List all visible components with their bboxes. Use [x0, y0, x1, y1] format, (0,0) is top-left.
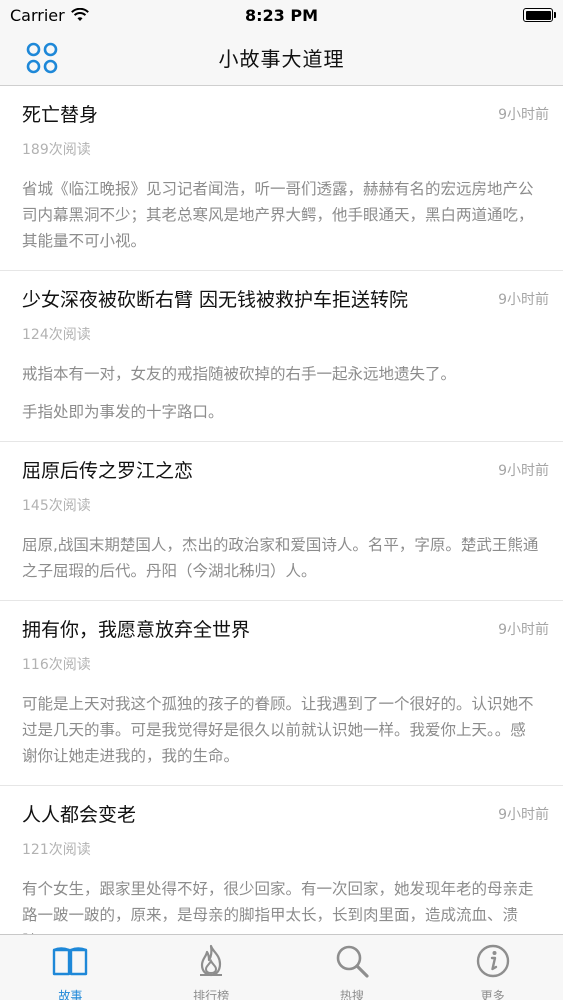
flame-icon [192, 942, 230, 984]
story-body-paragraph: 戒指本有一对，女友的戒指随被砍掉的右手一起永远地遗失了。 [22, 365, 457, 383]
battery-fill [525, 10, 551, 20]
story-time: 9小时前 [498, 463, 549, 479]
tab-info[interactable]: 更多 [422, 935, 563, 1000]
carrier-label: Carrier [10, 5, 65, 25]
story-body-paragraph: 可能是上天对我这个孤独的孩子的眷顾。让我遇到了一个很好的。认识她不过是几天的事。… [22, 695, 534, 765]
story-excerpt: 戒指本有一对，女友的戒指随被砍掉的右手一起永远地遗失了。 手指处即为事发的十字路口… [22, 361, 549, 441]
tab-bar: 故事 排行榜 热搜 更多 [0, 934, 563, 1000]
tab-label: 热搜 [339, 989, 364, 1000]
story-header: 拥有你，我愿意放弃全世界 9小时前 [22, 615, 549, 645]
story-read-count: 145次阅读 [22, 498, 91, 514]
story-body-paragraph: 手指处即为事发的十字路口。 [22, 403, 224, 421]
story-list[interactable]: 死亡替身 9小时前 189次阅读省城《临江晚报》见习记者闻浩，听一哥们透露，赫赫有名… [0, 86, 563, 934]
story-time: 9小时前 [498, 807, 549, 823]
story-time: 9小时前 [498, 107, 549, 123]
status-right [393, 8, 556, 22]
story-excerpt: 省城《临江晚报》见习记者闻浩，听一哥们透露，赫赫有名的宏远房地产公司内幕黑洞不少… [22, 176, 549, 270]
tab-search[interactable]: 热搜 [282, 935, 423, 1000]
story-header: 少女深夜被砍断右臂 因无钱被救护车拒送转院 9小时前 [22, 285, 549, 315]
tab-label: 故事 [58, 989, 83, 1000]
battery-icon [523, 8, 556, 22]
story-time: 9小时前 [498, 622, 549, 638]
story-item[interactable]: 屈原后传之罗江之恋 9小时前 145次阅读屈原,战国末期楚国人，杰出的政治家和爱国诗… [0, 442, 563, 601]
story-title: 拥有你，我愿意放弃全世界 [22, 619, 251, 641]
story-body-paragraph: 省城《临江晚报》见习记者闻浩，听一哥们透露，赫赫有名的宏远房地产公司内幕黑洞不少… [22, 180, 534, 250]
story-header: 死亡替身 9小时前 [22, 100, 549, 130]
story-excerpt: 有个女生，跟家里处得不好，很少回家。有一次回家，她发现年老的母亲走路一跛一跛的，… [22, 876, 549, 934]
story-title: 人人都会变老 [22, 804, 137, 826]
story-title: 死亡替身 [22, 104, 99, 126]
status-left: Carrier [10, 6, 170, 25]
story-read-count: 189次阅读 [22, 142, 91, 158]
story-title: 屈原后传之罗江之恋 [22, 460, 194, 482]
story-body-paragraph: 有个女生，跟家里处得不好，很少回家。有一次回家，她发现年老的母亲走路一跛一跛的，… [22, 880, 534, 934]
story-header: 人人都会变老 9小时前 [22, 800, 549, 830]
page-title: 小故事大道理 [218, 47, 345, 71]
search-icon [333, 942, 371, 984]
story-header: 屈原后传之罗江之恋 9小时前 [22, 456, 549, 486]
nav-bar: 小故事大道理 [0, 30, 563, 86]
menu-grid-icon[interactable] [24, 40, 60, 76]
info-icon [474, 942, 512, 984]
story-excerpt: 屈原,战国末期楚国人，杰出的政治家和爱国诗人。名平，字原。楚武王熊通之子屈瑕的后… [22, 532, 549, 600]
story-excerpt: 可能是上天对我这个孤独的孩子的眷顾。让我遇到了一个很好的。认识她不过是几天的事。… [22, 691, 549, 785]
story-item[interactable]: 拥有你，我愿意放弃全世界 9小时前 116次阅读可能是上天对我这个孤独的孩子的眷顾。… [0, 601, 563, 786]
story-read-count: 124次阅读 [22, 327, 91, 343]
tab-label: 排行榜 [193, 989, 230, 1000]
wifi-icon [70, 8, 89, 21]
book-icon [51, 942, 89, 984]
story-item[interactable]: 人人都会变老 9小时前 121次阅读有个女生，跟家里处得不好，很少回家。有一次回家，… [0, 786, 563, 934]
tab-label: 更多 [480, 989, 505, 1000]
story-item[interactable]: 少女深夜被砍断右臂 因无钱被救护车拒送转院 9小时前 124次阅读戒指本有一对，女友… [0, 271, 563, 442]
story-item[interactable]: 死亡替身 9小时前 189次阅读省城《临江晚报》见习记者闻浩，听一哥们透露，赫赫有名… [0, 86, 563, 271]
story-time: 9小时前 [498, 292, 549, 308]
tab-flame[interactable]: 排行榜 [141, 935, 282, 1000]
tab-book[interactable]: 故事 [0, 935, 141, 1000]
story-title: 少女深夜被砍断右臂 因无钱被救护车拒送转院 [22, 289, 409, 311]
status-bar: Carrier 8:23 PM [0, 0, 563, 30]
story-body-paragraph: 屈原,战国末期楚国人，杰出的政治家和爱国诗人。名平，字原。楚武王熊通之子屈瑕的后… [22, 536, 539, 580]
story-read-count: 116次阅读 [22, 657, 91, 673]
story-read-count: 121次阅读 [22, 842, 91, 858]
